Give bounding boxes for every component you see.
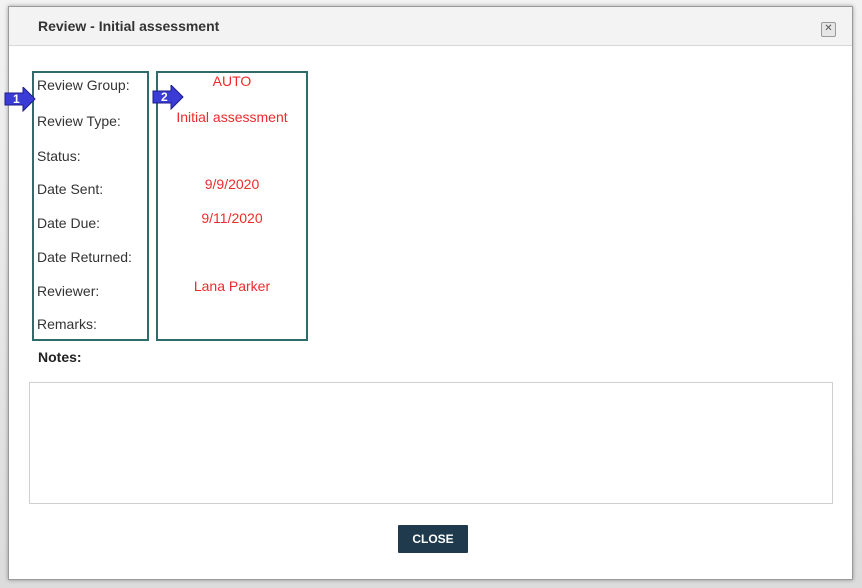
value-review-type: Initial assessment xyxy=(176,109,288,125)
label-review-type: Review Type: xyxy=(37,113,121,129)
field-values-group: AUTO Initial assessment 9/9/2020 9/11/20… xyxy=(156,71,308,341)
label-reviewer: Reviewer: xyxy=(37,283,100,299)
label-date-sent: Date Sent: xyxy=(37,181,104,197)
value-date-sent: 9/9/2020 xyxy=(204,176,260,192)
notes-label: Notes: xyxy=(38,349,82,365)
close-button[interactable]: CLOSE xyxy=(398,525,468,553)
close-icon[interactable]: ✕ xyxy=(821,22,836,37)
callout-2: 2 xyxy=(151,83,185,111)
label-status: Status: xyxy=(37,148,81,164)
review-dialog: Review - Initial assessment ✕ Review Gro… xyxy=(4,6,853,580)
label-remarks: Remarks: xyxy=(37,316,97,332)
value-reviewer: Lana Parker xyxy=(193,278,271,294)
callout-2-number: 2 xyxy=(161,90,168,104)
dialog-title: Review - Initial assessment xyxy=(38,18,220,34)
callout-1: 1 xyxy=(3,85,37,113)
notes-field[interactable] xyxy=(29,382,833,504)
dialog-titlebar: Review - Initial assessment ✕ xyxy=(9,7,852,46)
callout-arrow-icon: 1 xyxy=(4,85,36,113)
callout-arrow-icon: 2 xyxy=(152,83,184,111)
label-date-due: Date Due: xyxy=(37,215,101,231)
label-date-returned: Date Returned: xyxy=(37,249,132,265)
value-date-due: 9/11/2020 xyxy=(201,210,263,226)
field-labels-group: Review Group: Review Type: Status: Date … xyxy=(32,71,149,341)
callout-1-number: 1 xyxy=(13,92,20,106)
label-review-group: Review Group: xyxy=(37,77,130,93)
